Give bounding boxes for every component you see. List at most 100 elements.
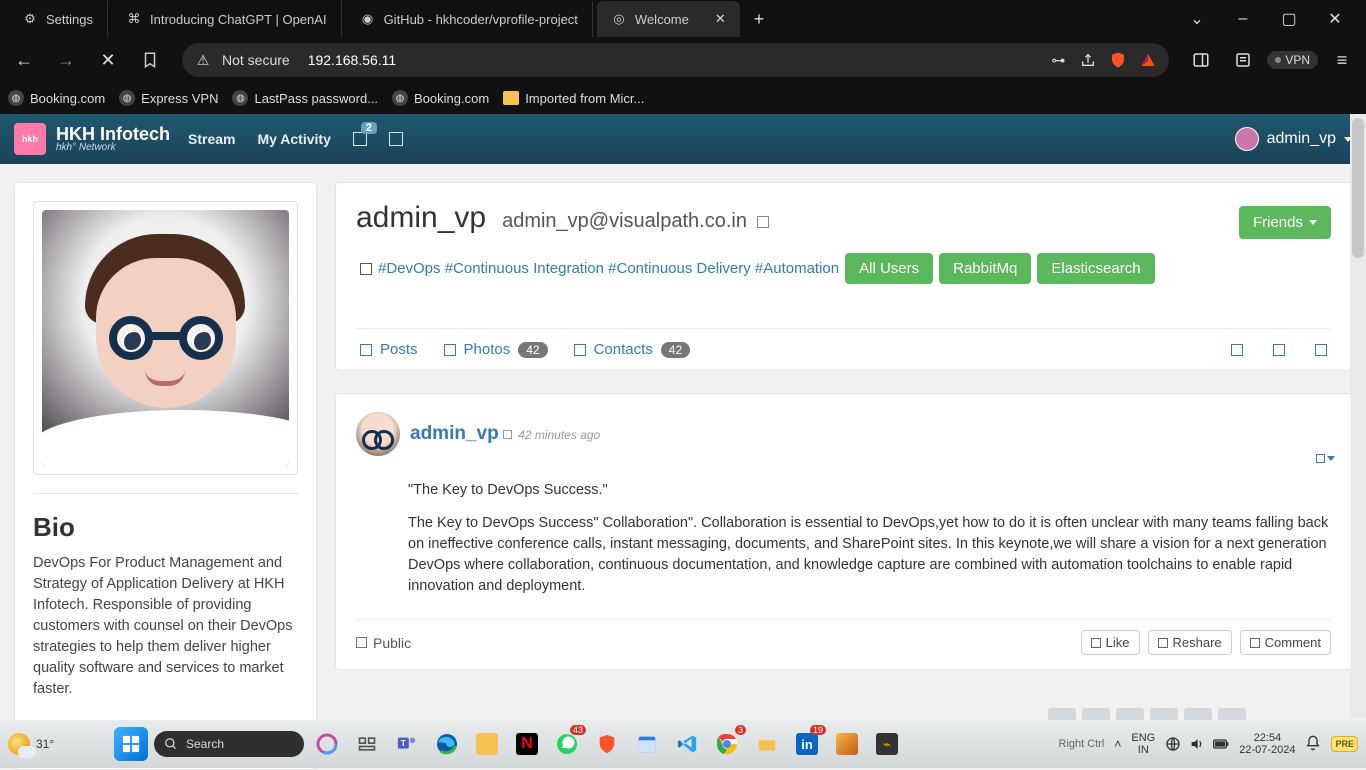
task-view-icon[interactable] xyxy=(350,727,384,761)
tab-welcome[interactable]: ◎ Welcome ✕ xyxy=(597,1,740,37)
header-user-menu[interactable]: admin_vp xyxy=(1235,127,1352,151)
brand[interactable]: hkh HKH Infotech hkh° Network xyxy=(14,123,170,155)
lang-primary: ENG xyxy=(1131,732,1155,744)
header-username: admin_vp xyxy=(1267,130,1336,148)
taskbar-search[interactable]: Search xyxy=(154,731,304,757)
tab-contacts[interactable]: Contacts42 xyxy=(574,341,691,358)
vpn-button[interactable]: VPN xyxy=(1267,51,1318,69)
app-misc-2-icon[interactable]: ⌁ xyxy=(870,727,904,761)
bookmark-label: Booking.com xyxy=(414,91,489,106)
language-indicator[interactable]: ENG IN xyxy=(1131,732,1155,756)
nav-notifications[interactable]: 2 xyxy=(353,132,367,146)
page-scrollbar[interactable] xyxy=(1350,114,1366,718)
bookmark-page-button[interactable] xyxy=(132,42,168,78)
elasticsearch-button[interactable]: Elasticsearch xyxy=(1037,253,1154,284)
start-button[interactable] xyxy=(114,727,148,761)
like-label: Like xyxy=(1106,635,1130,650)
lang-secondary: IN xyxy=(1138,744,1149,756)
pre-badge[interactable]: PRE xyxy=(1331,736,1358,752)
bookmark-item[interactable]: ◍Booking.com xyxy=(8,90,105,106)
post-visibility[interactable]: Public xyxy=(356,635,411,651)
post-footer: Public Like Reshare Comment xyxy=(356,619,1331,655)
address-bar[interactable]: ⚠ Not secure 192.168.56.11 ⊶ xyxy=(182,43,1169,77)
stop-reload-button[interactable]: ✕ xyxy=(90,42,126,78)
window-close-button[interactable]: ✕ xyxy=(1312,1,1358,37)
tab-github[interactable]: ◉ GitHub - hkhcoder/vprofile-project xyxy=(346,1,593,37)
profile-tags[interactable]: #DevOps #Continuous Integration #Continu… xyxy=(378,260,839,277)
bookmark-item[interactable]: ◍Express VPN xyxy=(119,90,218,106)
bookmarks-bar: ◍Booking.com ◍Express VPN ◍LastPass pass… xyxy=(0,82,1366,114)
bat-rewards-icon[interactable] xyxy=(1137,49,1159,71)
like-icon xyxy=(1091,638,1101,648)
brave-taskbar-icon[interactable] xyxy=(590,727,624,761)
all-users-button[interactable]: All Users xyxy=(845,253,933,284)
close-tab-icon[interactable]: ✕ xyxy=(715,11,726,27)
nav-stream[interactable]: Stream xyxy=(188,131,235,147)
netflix-icon[interactable]: N xyxy=(510,727,544,761)
post-timestamp: 42 minutes ago xyxy=(518,428,600,442)
chevron-down-icon xyxy=(1327,456,1335,461)
taskbar-clock[interactable]: 22:54 22-07-2024 xyxy=(1239,732,1295,756)
tabs-dropdown-button[interactable]: ⌄ xyxy=(1174,1,1220,37)
post-author[interactable]: admin_vp xyxy=(410,423,499,444)
calendar-icon[interactable] xyxy=(630,727,664,761)
window-maximize-button[interactable]: ▢ xyxy=(1266,1,1312,37)
tab-posts[interactable]: Posts xyxy=(360,341,418,358)
brave-shield-icon[interactable] xyxy=(1107,49,1129,71)
brand-name: HKH Infotech xyxy=(56,125,170,143)
bookmark-folder[interactable]: Imported from Micr... xyxy=(503,91,644,106)
new-tab-button[interactable]: + xyxy=(744,9,775,30)
post-avatar[interactable] xyxy=(356,412,400,456)
key-icon[interactable]: ⊶ xyxy=(1047,49,1069,71)
like-button[interactable]: Like xyxy=(1081,630,1140,655)
nav-extra[interactable] xyxy=(389,132,403,146)
action-icon-2[interactable] xyxy=(1273,344,1285,356)
bio-heading: Bio xyxy=(33,512,298,543)
taskbar-tray: Right Ctrl ˄ ENG IN 22:54 22-07-2024 PRE xyxy=(1059,732,1359,756)
photos-icon xyxy=(444,344,456,356)
forward-button[interactable]: → xyxy=(48,42,84,78)
edge-icon[interactable] xyxy=(430,727,464,761)
nav-my-activity[interactable]: My Activity xyxy=(257,131,330,147)
bookmark-item[interactable]: ◍Booking.com xyxy=(392,90,489,106)
teams-icon[interactable]: T xyxy=(390,727,424,761)
posts-icon xyxy=(360,344,372,356)
whatsapp-icon[interactable]: 43 xyxy=(550,727,584,761)
notification-center-icon[interactable] xyxy=(1305,735,1321,754)
wifi-icon[interactable] xyxy=(1165,736,1181,752)
share-icon[interactable] xyxy=(1077,49,1099,71)
action-icon-3[interactable] xyxy=(1315,344,1327,356)
file-explorer-icon[interactable] xyxy=(750,727,784,761)
battery-icon[interactable] xyxy=(1213,736,1229,752)
tab-settings[interactable]: ⚙ Settings xyxy=(8,1,108,37)
chrome-icon[interactable]: 3 xyxy=(710,727,744,761)
notifications-icon xyxy=(353,132,367,146)
friends-button[interactable]: Friends xyxy=(1239,206,1331,239)
chevron-down-icon xyxy=(1309,220,1317,225)
rabbitmq-button[interactable]: RabbitMq xyxy=(939,253,1031,284)
globe-icon: ◍ xyxy=(119,90,135,106)
tab-label: GitHub - hkhcoder/vprofile-project xyxy=(384,12,578,27)
taskbar-weather[interactable]: 31° xyxy=(8,733,108,755)
tab-chatgpt[interactable]: ⌘ Introducing ChatGPT | OpenAI xyxy=(112,1,342,37)
copilot-icon[interactable] xyxy=(310,727,344,761)
app-yellow-icon[interactable] xyxy=(470,727,504,761)
reshare-button[interactable]: Reshare xyxy=(1148,630,1232,655)
action-icon-1[interactable] xyxy=(1231,344,1243,356)
bookmark-item[interactable]: ◍LastPass password... xyxy=(232,90,378,106)
chevron-up-icon[interactable]: ˄ xyxy=(1114,737,1121,751)
reader-button[interactable] xyxy=(1225,42,1261,78)
scroll-thumb[interactable] xyxy=(1352,118,1364,258)
window-minimize-button[interactable]: – xyxy=(1220,1,1266,37)
post-menu[interactable] xyxy=(1316,454,1335,463)
security-warn-icon: ⚠ xyxy=(192,49,214,71)
back-button[interactable]: ← xyxy=(6,42,42,78)
volume-icon[interactable] xyxy=(1189,736,1205,752)
app-menu-button[interactable]: ≡ xyxy=(1324,42,1360,78)
side-panel-button[interactable] xyxy=(1183,42,1219,78)
tab-photos[interactable]: Photos42 xyxy=(444,341,548,358)
comment-button[interactable]: Comment xyxy=(1240,630,1331,655)
vscode-icon[interactable] xyxy=(670,727,704,761)
app-misc-1-icon[interactable] xyxy=(830,727,864,761)
linkedin-icon[interactable]: in 19 xyxy=(790,727,824,761)
